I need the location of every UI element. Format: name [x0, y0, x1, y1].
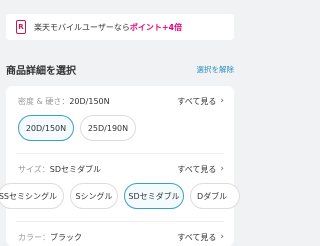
chevron-right-icon: ›	[220, 232, 224, 242]
size-option-label: Sシングル	[75, 191, 113, 201]
color-label-row: カラー： ブラック	[18, 230, 82, 244]
clear-selection-link[interactable]: 選択を解除	[197, 64, 235, 75]
size-option-label: SDセミダブル	[128, 191, 180, 201]
section-title: 商品詳細を選択	[6, 65, 76, 77]
divider	[16, 221, 224, 222]
size-option-3[interactable]: Dダブル	[190, 183, 240, 209]
color-label: カラー：	[18, 232, 50, 242]
options-card: 密度 & 硬さ： 20D/150N すべて見る › 20D/150N 25D/190…	[0, 86, 240, 246]
color-see-all-label: すべて見る	[177, 232, 217, 242]
density-option-0[interactable]: 20D/150N	[18, 115, 74, 141]
size-option-0[interactable]: SSセミシングル	[0, 183, 64, 209]
promo-text-highlight: ポイント+4倍	[129, 22, 183, 32]
size-label: サイズ：	[18, 164, 50, 174]
density-option-label: 20D/150N	[25, 123, 67, 133]
size-value: SDセミダブル	[49, 164, 102, 174]
density-see-all-link[interactable]: すべて見る ›	[177, 94, 224, 108]
size-option-2[interactable]: SDセミダブル	[124, 183, 184, 209]
density-label: 密度 & 硬さ：	[18, 96, 70, 106]
promo-text-prefix: 楽天モバイルユーザーなら	[34, 22, 130, 32]
size-option-1[interactable]: Sシングル	[70, 183, 118, 209]
divider	[16, 153, 224, 154]
density-label-row: 密度 & 硬さ： 20D/150N	[18, 94, 110, 108]
density-see-all-label: すべて見る	[177, 96, 217, 106]
size-label-row: サイズ： SDセミダブル	[18, 162, 101, 176]
rakuten-mobile-icon: R	[16, 20, 26, 34]
density-option-1[interactable]: 25D/190N	[80, 115, 136, 141]
size-see-all-label: すべて見る	[177, 164, 217, 174]
size-see-all-link[interactable]: すべて見る ›	[177, 162, 224, 176]
section-header: 商品詳細を選択 選択を解除	[6, 60, 234, 78]
chevron-right-icon: ›	[220, 96, 224, 106]
density-option-label: 25D/190N	[87, 123, 129, 133]
color-see-all-link[interactable]: すべて見る ›	[177, 230, 224, 244]
size-option-label: Dダブル	[197, 191, 228, 201]
promo-banner-text: 楽天モバイルユーザーならポイント+4倍	[34, 22, 182, 33]
color-value: ブラック	[50, 232, 82, 242]
promo-banner[interactable]: R 楽天モバイルユーザーならポイント+4倍	[6, 14, 234, 40]
density-value: 20D/150N	[69, 96, 110, 106]
chevron-right-icon: ›	[220, 164, 224, 174]
size-option-label: SSセミシングル	[0, 191, 57, 201]
